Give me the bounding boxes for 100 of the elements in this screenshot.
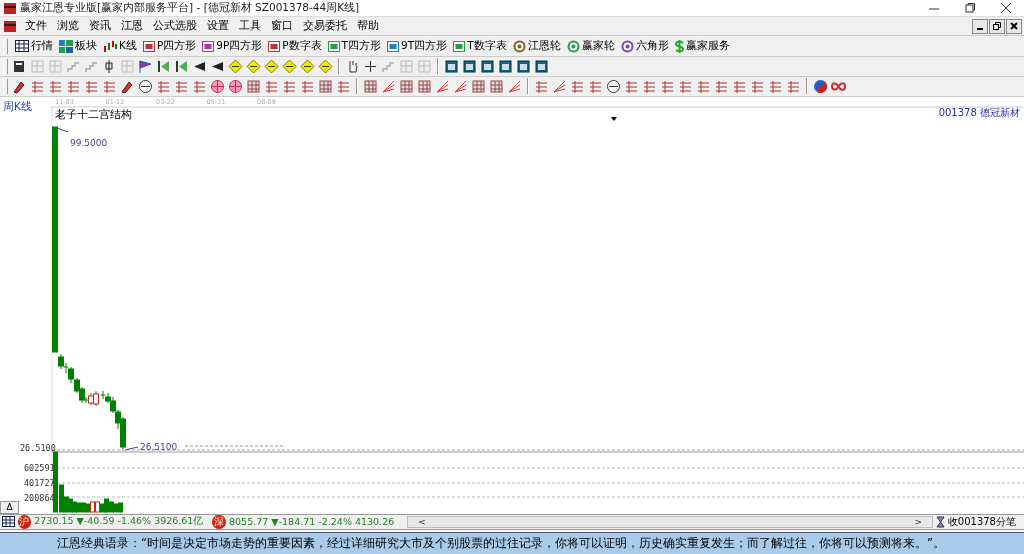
restore-button[interactable]: [989, 18, 1005, 34]
lines-icon[interactable]: [174, 78, 189, 94]
calendar-icon[interactable]: [498, 58, 513, 74]
calendar-icon[interactable]: [462, 58, 477, 74]
menu-item[interactable]: 设置: [202, 19, 234, 34]
index-quote: 2730.15 ▼-40.59 -1.46% 3926.61亿: [34, 515, 204, 529]
candles-icon: [103, 39, 117, 53]
diamond-icon[interactable]: [282, 58, 297, 74]
lines-icon[interactable]: [732, 78, 747, 94]
calendar-icon[interactable]: [516, 58, 531, 74]
toolbar-button[interactable]: P四方形: [141, 39, 198, 53]
toolbar-button[interactable]: P数字表: [267, 39, 323, 53]
circle-icon[interactable]: [606, 78, 621, 94]
lines-icon[interactable]: [678, 78, 693, 94]
dropdown-icon[interactable]: [611, 116, 617, 121]
toolbar-button[interactable]: 赢家轮: [565, 39, 616, 53]
stock-name: 001378 德冠新材: [938, 106, 1020, 118]
diamond-icon[interactable]: [264, 58, 279, 74]
circle-icon[interactable]: [138, 78, 153, 94]
plus-icon[interactable]: [363, 58, 378, 74]
menu-item[interactable]: 文件: [20, 19, 52, 34]
hourglass-icon: [936, 515, 945, 528]
toolbar-button[interactable]: 赢家服务: [673, 39, 731, 53]
lines-icon[interactable]: [786, 78, 801, 94]
calendar-icon[interactable]: [480, 58, 495, 74]
yin-yang-icon[interactable]: [813, 78, 828, 94]
volume-axis-label: 602591: [24, 462, 55, 473]
lines-icon[interactable]: [642, 78, 657, 94]
toolbar-button[interactable]: 行情: [14, 39, 54, 53]
lines-icon[interactable]: [588, 78, 603, 94]
price-axis-label: 26.5100: [20, 442, 56, 453]
lines-icon[interactable]: [30, 78, 45, 94]
lines-icon[interactable]: [84, 78, 99, 94]
diamond-icon[interactable]: [318, 58, 333, 74]
scroll-left-button[interactable]: <: [418, 516, 426, 527]
minimize-button[interactable]: [972, 18, 988, 34]
scroll-right-button[interactable]: >: [914, 516, 923, 527]
fan-lines-icon[interactable]: [552, 78, 567, 94]
menu-item[interactable]: 交易委托: [298, 19, 352, 34]
menu-item[interactable]: 江恩: [116, 19, 148, 34]
flag-icon[interactable]: [138, 58, 153, 74]
lines-icon[interactable]: [102, 78, 117, 94]
skip-icon[interactable]: [156, 58, 171, 74]
toolbar-button[interactable]: 江恩轮: [511, 39, 562, 53]
fan-lines-icon[interactable]: [381, 78, 396, 94]
dollar-sign-icon: [674, 39, 684, 53]
menu-item[interactable]: 帮助: [352, 19, 384, 34]
volume-axis-label: 200864: [24, 492, 55, 503]
diamond-icon[interactable]: [300, 58, 315, 74]
market-badge: 沪: [17, 514, 32, 529]
lines-icon[interactable]: [660, 78, 675, 94]
lines-icon[interactable]: [156, 78, 171, 94]
toolbar-button[interactable]: T数字表: [452, 39, 508, 53]
fan-lines-icon[interactable]: [507, 78, 522, 94]
menu-item[interactable]: 浏览: [52, 19, 84, 34]
lines-icon[interactable]: [282, 78, 297, 94]
menu-item[interactable]: 资讯: [84, 19, 116, 34]
diamond-icon[interactable]: [228, 58, 243, 74]
lines-icon[interactable]: [570, 78, 585, 94]
lines-icon[interactable]: [768, 78, 783, 94]
toolbar-button[interactable]: 六角形: [619, 39, 670, 53]
menu-item[interactable]: 窗口: [266, 19, 298, 34]
toolbar-button[interactable]: K线: [102, 39, 138, 53]
close-button[interactable]: [1006, 18, 1022, 34]
leader-line: [124, 446, 139, 451]
menu-item[interactable]: 公式选股: [148, 19, 202, 34]
skip-icon[interactable]: [174, 58, 189, 74]
target-icon[interactable]: [228, 78, 243, 94]
collapse-button[interactable]: Δ: [0, 500, 19, 514]
fan-lines-icon[interactable]: [435, 78, 450, 94]
diamond-icon[interactable]: [246, 58, 261, 74]
toolbar-button[interactable]: 板块: [58, 39, 98, 53]
lines-icon[interactable]: [336, 78, 351, 94]
tick-detail-label: 收001378分笔: [947, 514, 1016, 529]
target-icon[interactable]: [210, 78, 225, 94]
fan-lines-icon[interactable]: [453, 78, 468, 94]
lines-icon[interactable]: [66, 78, 81, 94]
toolbar-button[interactable]: 9P四方形: [201, 39, 264, 53]
lines-icon[interactable]: [264, 78, 279, 94]
close-icon: [1001, 3, 1011, 14]
book-icon[interactable]: [12, 58, 27, 74]
toolbar-button[interactable]: 9T四方形: [386, 39, 449, 53]
window-title: 赢家江恩专业版[赢家内部服务平台] - [德冠新材 SZ001378-44周K线]: [20, 1, 360, 16]
toolbar-button[interactable]: T四方形: [326, 39, 382, 53]
lines-icon[interactable]: [750, 78, 765, 94]
lines-icon[interactable]: [696, 78, 711, 94]
tiles-icon: [59, 39, 73, 53]
lines-icon[interactable]: [534, 78, 549, 94]
market-badge: 深: [212, 514, 227, 529]
lines-icon[interactable]: [192, 78, 207, 94]
lines-icon[interactable]: [48, 78, 63, 94]
menu-item[interactable]: 工具: [234, 19, 266, 34]
lines-icon[interactable]: [714, 78, 729, 94]
calendar-icon[interactable]: [444, 58, 459, 74]
calendar-icon[interactable]: [534, 58, 549, 74]
app-logo-icon: [4, 20, 16, 32]
lines-icon[interactable]: [624, 78, 639, 94]
grid-icon[interactable]: [2, 516, 15, 528]
lines-icon[interactable]: [300, 78, 315, 94]
scrollbar[interactable]: < >: [407, 515, 934, 528]
